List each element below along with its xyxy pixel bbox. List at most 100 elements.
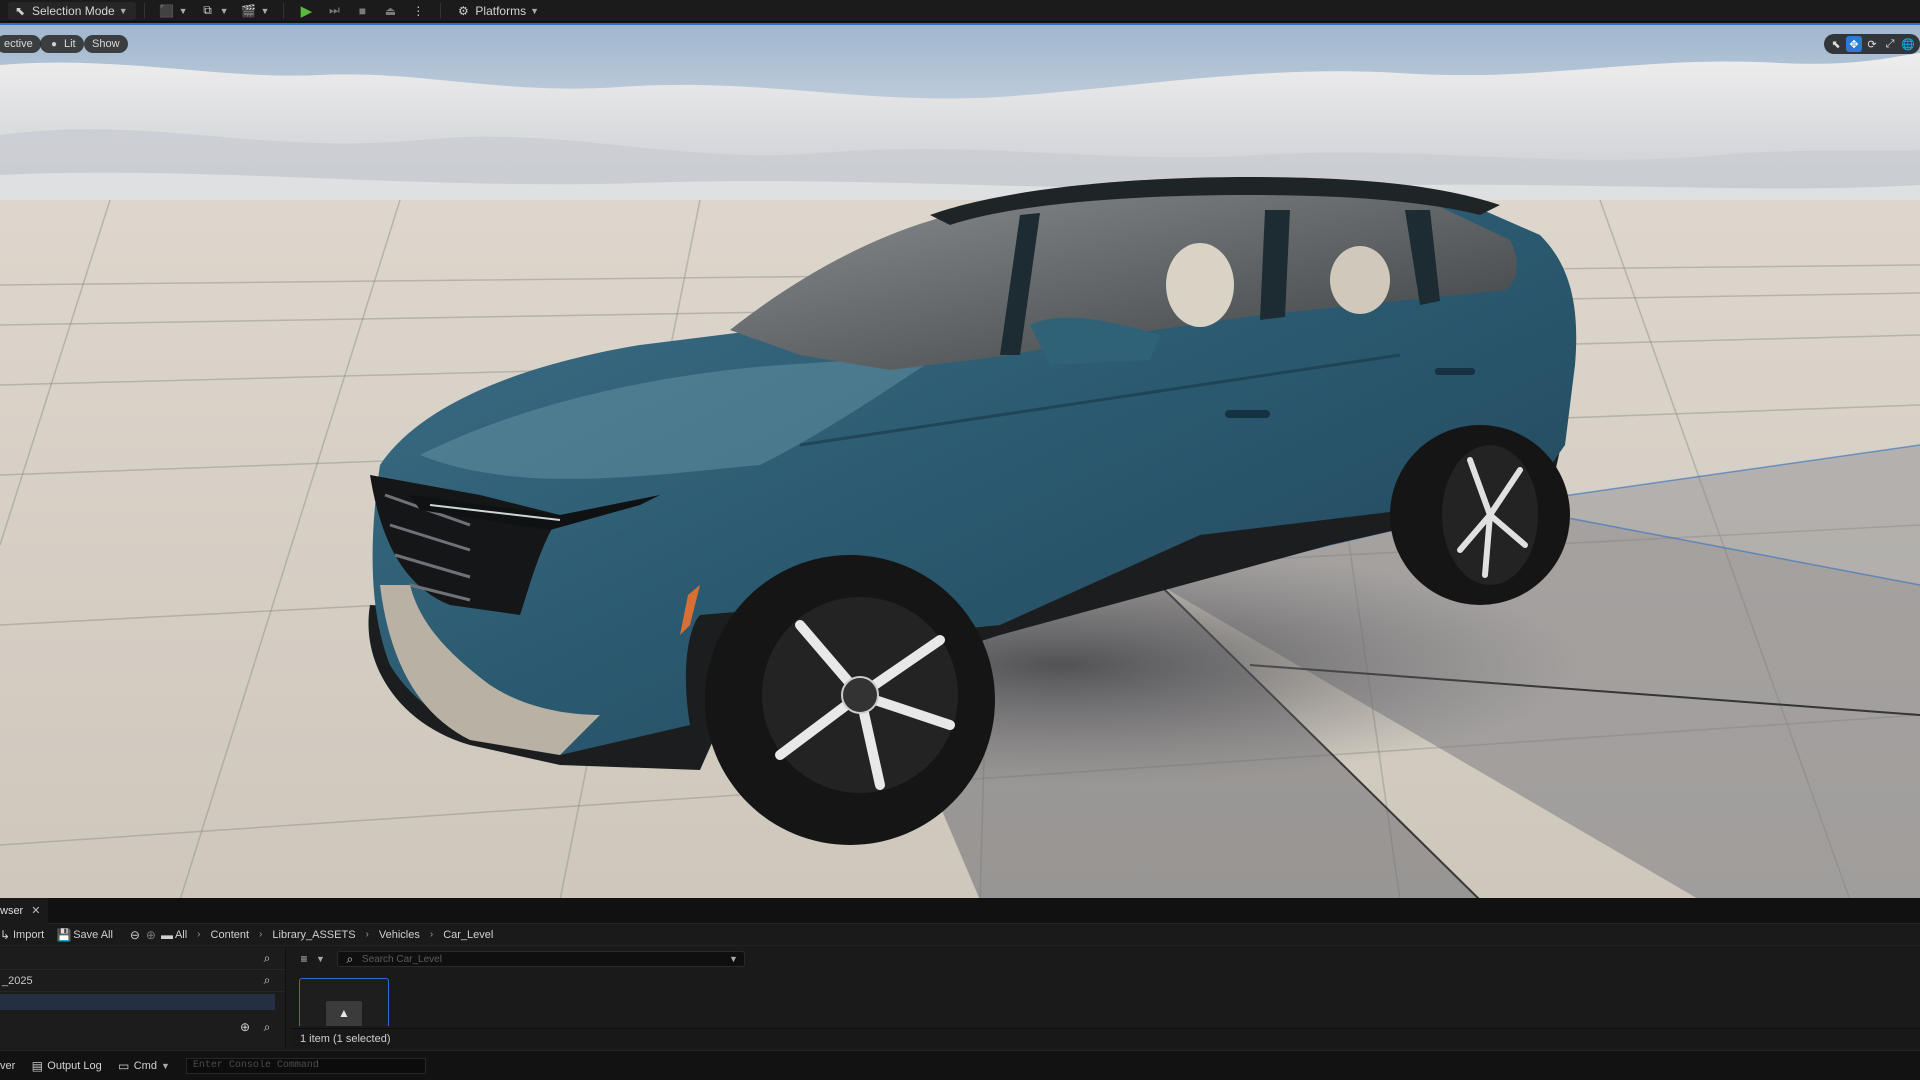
level-asset-icon: ▲ bbox=[326, 1001, 362, 1026]
terminal-icon: ▭ bbox=[118, 1058, 130, 1073]
search-icon[interactable]: ⌕ bbox=[259, 973, 275, 989]
filter-row: ≡ ▼ ⌕ ▼ bbox=[292, 948, 1920, 970]
content-browser-tab[interactable]: wser ✕ bbox=[0, 897, 49, 924]
cinematics-button[interactable]: 🎬 ▼ bbox=[234, 2, 275, 20]
console-command-input[interactable] bbox=[192, 1060, 419, 1071]
breadcrumb-item[interactable]: Car_Level bbox=[443, 929, 493, 941]
search-icon: ⌕ bbox=[346, 951, 354, 966]
content-browser: wser ✕ ↳ Import 💾 Save All ⊖ ⊕ ▬ All › C… bbox=[0, 897, 1920, 1080]
sources-panel: ⌕ _2025 ⌕ ⊕ ⌕ bbox=[0, 948, 286, 1048]
blueprint-icon: ⧉ bbox=[203, 3, 212, 17]
status-bar: ver ▤ Output Log ▭ Cmd ▼ bbox=[0, 1050, 1920, 1080]
add-cube-icon: ⬛ bbox=[159, 3, 175, 18]
collections-row: ⊕ ⌕ bbox=[0, 1016, 285, 1038]
eject-button[interactable]: ⏏ bbox=[376, 2, 404, 20]
move-tool-icon[interactable]: ✥ bbox=[1846, 36, 1862, 52]
play-button[interactable]: ▶ bbox=[292, 2, 320, 20]
add-actor-button[interactable]: ⬛ ▼ bbox=[153, 2, 194, 20]
step-button[interactable]: ⏭ bbox=[320, 2, 348, 20]
breadcrumb-item[interactable]: Vehicles bbox=[379, 929, 420, 941]
output-log-button[interactable]: ▤ Output Log bbox=[31, 1058, 102, 1074]
history-forward-icon[interactable]: ⊕ bbox=[143, 927, 159, 943]
play-icon: ▶ bbox=[300, 2, 313, 20]
save-icon: 💾 bbox=[56, 927, 72, 942]
blueprint-button[interactable]: ⧉ ▼ bbox=[194, 2, 235, 20]
chevron-down-icon: ▼ bbox=[160, 1060, 170, 1071]
cursor-icon: ⬉ bbox=[14, 3, 26, 18]
chevron-down-icon: ▼ bbox=[530, 5, 540, 16]
platforms-dropdown[interactable]: ⚙ Platforms ▼ bbox=[449, 2, 545, 20]
output-log-label: Output Log bbox=[47, 1059, 102, 1072]
asset-search-input[interactable] bbox=[361, 953, 723, 965]
chevron-down-icon: ▼ bbox=[316, 954, 325, 964]
toolbar-divider bbox=[143, 2, 145, 19]
breadcrumb-item[interactable]: All bbox=[175, 929, 187, 941]
content-browser-tab-label: wser bbox=[0, 904, 24, 917]
platforms-icon: ⚙ bbox=[458, 3, 469, 18]
asset-search-box[interactable]: ⌕ ▼ bbox=[336, 951, 745, 967]
filter-button[interactable]: ≡ ▼ bbox=[292, 950, 329, 968]
console-command-box[interactable] bbox=[185, 1057, 426, 1074]
step-forward-icon: ⏭ bbox=[329, 3, 340, 17]
perspective-button[interactable]: ective bbox=[0, 35, 41, 53]
show-label: Show bbox=[92, 38, 120, 50]
content-drawer-button[interactable]: ver bbox=[0, 1060, 15, 1072]
chevron-down-icon: ▼ bbox=[118, 5, 128, 16]
folder-tree-row[interactable]: _2025 ⌕ bbox=[0, 970, 285, 992]
breadcrumb: All › Content › Library_ASSETS › Vehicle… bbox=[175, 929, 493, 941]
viewport-scene bbox=[0, 25, 1920, 898]
kebab-menu-icon: ⋮ bbox=[412, 3, 425, 18]
folder-item-label: _2025 bbox=[2, 974, 33, 987]
content-browser-body: ⌕ _2025 ⌕ ⊕ ⌕ ≡ ▼ ⌕ ▼ bbox=[0, 948, 1920, 1048]
perspective-label: ective bbox=[4, 38, 33, 50]
favorites-row[interactable]: ⌕ bbox=[0, 948, 285, 970]
breadcrumb-item[interactable]: Library_ASSETS bbox=[272, 929, 355, 941]
level-viewport[interactable]: ective ● Lit Show ⬉ ✥ ⟳ ⤢ 🌐 bbox=[0, 23, 1920, 898]
chevron-right-icon: › bbox=[429, 929, 434, 940]
cmd-dropdown[interactable]: ▭ Cmd ▼ bbox=[118, 1058, 170, 1074]
import-label: Import bbox=[13, 928, 45, 941]
import-icon: ↳ bbox=[0, 927, 11, 942]
stop-button[interactable]: ■ bbox=[348, 2, 376, 20]
play-options-button[interactable]: ⋮ bbox=[404, 2, 432, 20]
breadcrumb-item[interactable]: Content bbox=[211, 929, 250, 941]
select-tool-icon[interactable]: ⬉ bbox=[1828, 36, 1844, 52]
content-browser-toolbar: ↳ Import 💾 Save All ⊖ ⊕ ▬ All › Content … bbox=[0, 924, 1920, 946]
search-icon[interactable]: ⌕ bbox=[259, 1019, 275, 1035]
add-collection-icon[interactable]: ⊕ bbox=[237, 1019, 253, 1035]
stop-icon: ■ bbox=[358, 3, 367, 18]
assets-panel: ≡ ▼ ⌕ ▼ ▲ 1 item (1 selected) bbox=[292, 948, 1920, 1048]
chevron-right-icon: › bbox=[197, 929, 201, 940]
log-icon: ▤ bbox=[31, 1058, 43, 1073]
toolbar-divider bbox=[283, 2, 285, 19]
main-toolbar: ⬉ Selection Mode ▼ ⬛ ▼ ⧉ ▼ 🎬 ▼ ▶ ⏭ ■ ⏏ ⋮… bbox=[0, 0, 1920, 22]
world-space-icon[interactable]: 🌐 bbox=[1900, 36, 1916, 52]
chevron-right-icon: › bbox=[365, 929, 369, 940]
selection-mode-dropdown[interactable]: ⬉ Selection Mode ▼ bbox=[8, 1, 136, 20]
filter-icon: ≡ bbox=[300, 952, 308, 966]
item-count: 1 item (1 selected) bbox=[292, 1028, 1920, 1048]
chevron-down-icon: ▼ bbox=[219, 5, 229, 16]
chevron-down-icon: ▼ bbox=[178, 5, 188, 16]
import-button[interactable]: ↳ Import bbox=[0, 927, 44, 943]
save-all-button[interactable]: 💾 Save All bbox=[56, 927, 113, 943]
lit-view-mode-button[interactable]: ● Lit bbox=[40, 35, 84, 53]
selected-folder-row[interactable] bbox=[0, 994, 275, 1010]
cmd-label: Cmd bbox=[133, 1059, 157, 1072]
search-icon[interactable]: ⌕ bbox=[259, 951, 275, 967]
eject-icon: ⏏ bbox=[384, 3, 397, 18]
show-flags-button[interactable]: Show bbox=[84, 35, 128, 53]
save-all-label: Save All bbox=[73, 928, 113, 941]
drawer-label: ver bbox=[0, 1059, 16, 1072]
close-icon[interactable]: ✕ bbox=[31, 904, 40, 917]
folder-icon: ▬ bbox=[160, 927, 173, 942]
rotate-tool-icon[interactable]: ⟳ bbox=[1864, 36, 1880, 52]
transform-tools: ⬉ ✥ ⟳ ⤢ 🌐 bbox=[1824, 34, 1920, 54]
scale-tool-icon[interactable]: ⤢ bbox=[1882, 36, 1898, 52]
toolbar-divider bbox=[440, 2, 442, 19]
content-browser-tabbar: wser ✕ bbox=[0, 897, 1920, 924]
history-back-icon[interactable]: ⊖ bbox=[127, 927, 143, 943]
chevron-down-icon[interactable]: ▼ bbox=[729, 954, 738, 964]
asset-tile[interactable]: ▲ bbox=[299, 978, 389, 1026]
clapperboard-icon: 🎬 bbox=[241, 3, 256, 18]
